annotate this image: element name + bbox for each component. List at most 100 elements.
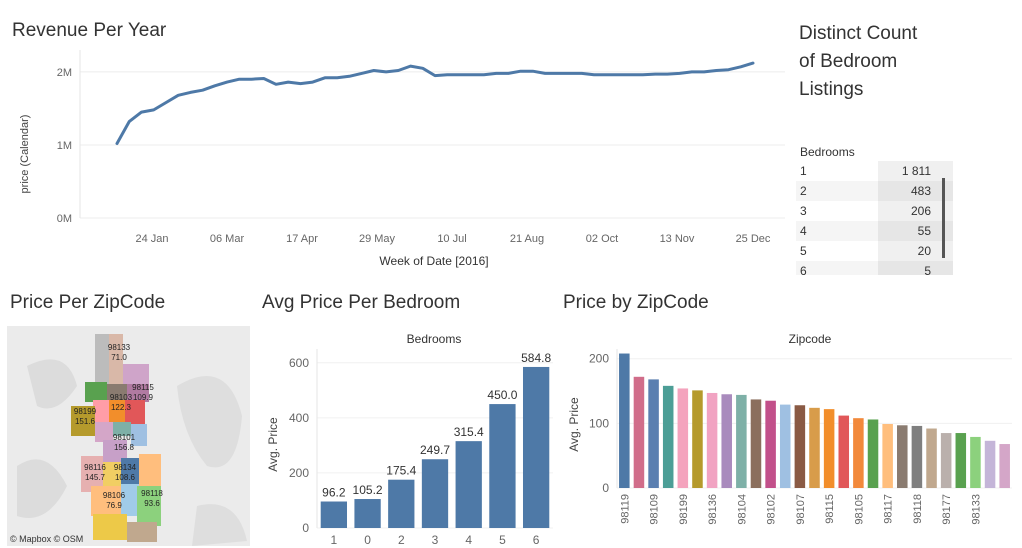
bar [354, 499, 381, 528]
bar [721, 394, 732, 488]
count-cell: 1 811 [901, 164, 931, 178]
bar-data-label: 105.2 [353, 483, 383, 497]
x-tick-label: 29 May [359, 233, 396, 245]
x-tick-label: 5 [499, 533, 506, 547]
bar [619, 353, 630, 488]
bar [489, 404, 516, 528]
bedrooms-cell: 5 [800, 244, 807, 258]
map-zip-label: 98134 [114, 463, 137, 472]
map-price-label: 71.0 [111, 353, 127, 362]
revenue-series-line [115, 61, 755, 145]
x-tick-label: 10 Jul [437, 233, 466, 245]
map-price-label: 108.6 [115, 473, 136, 482]
table-row: 3 206 [796, 201, 953, 221]
table-row: 4 55 [796, 221, 953, 241]
map-zip-label: 98116 [84, 463, 106, 472]
count-cell: 483 [910, 184, 931, 198]
x-tick-label: 98104 [736, 494, 748, 525]
x-tick-label: 98117 [883, 494, 895, 524]
x-tick-label: 24 Jan [135, 233, 168, 245]
x-tick-label: 98119 [619, 494, 631, 524]
y-tick-label: 200 [289, 466, 309, 480]
y-tick-label: 2M [57, 67, 72, 79]
x-axis-title: Week of Date [2016] [379, 254, 488, 268]
bar [955, 433, 967, 488]
bar [648, 379, 659, 488]
y-axis-title: Avg. Price [266, 417, 280, 472]
bedrooms-column-header: Bedrooms [796, 143, 953, 161]
bar [926, 428, 937, 488]
y-axis-title: Avg. Price [567, 397, 581, 452]
bar [823, 409, 835, 488]
x-tick-label: 21 Aug [510, 233, 544, 245]
count-cell: 5 [924, 264, 931, 275]
x-tick-label: 6 [533, 533, 540, 547]
map-zip-label: 98115 [132, 383, 154, 392]
x-tick-label: 98177 [941, 494, 953, 525]
bar [662, 385, 674, 488]
count-cell: 55 [917, 224, 931, 238]
bar-data-label: 96.2 [322, 486, 346, 500]
map-price-label: 122.3 [111, 403, 132, 412]
map-price-label: 93.6 [144, 499, 160, 508]
bar [838, 415, 850, 488]
bar [736, 394, 747, 488]
zip-chart-title: Price by ZipCode [563, 292, 709, 313]
y-tick-label: 1M [57, 140, 72, 152]
bar [867, 419, 879, 488]
map-price-label: 151.6 [75, 417, 96, 426]
bar [765, 400, 776, 488]
bar [882, 423, 893, 488]
x-tick-label: 98199 [678, 494, 690, 525]
x-tick-label: 98118 [912, 494, 924, 524]
revenue-title: Revenue Per Year [12, 20, 167, 41]
bar [677, 388, 689, 488]
bar-data-label: 315.4 [454, 425, 484, 439]
x-tick-label: 98107 [795, 494, 807, 525]
zipcode-map[interactable]: 98133 71.0 98115 109.9 98103 122.3 98199 151.6 9… [7, 326, 250, 546]
revenue-line-chart: 0M 1M 2M 24 Jan 06 Mar 17 Apr 29 May 10 Jul 21 A… [19, 50, 785, 268]
bar-data-label: 249.7 [420, 443, 450, 457]
map-attribution: © Mapbox © OSM [10, 534, 84, 544]
x-tick-label: 98133 [970, 494, 982, 525]
bar [779, 404, 791, 488]
y-tick-label: 0 [302, 521, 309, 535]
bar [692, 390, 703, 488]
bar [633, 376, 645, 488]
map-zip-label: 98106 [103, 491, 126, 500]
bar [522, 366, 550, 528]
x-tick-label: 06 Mar [210, 233, 245, 245]
y-tick-label: 200 [589, 352, 609, 366]
bar [940, 433, 952, 488]
x-tick-label: 2 [398, 533, 405, 547]
bedrooms-cell: 4 [800, 224, 807, 238]
x-tick-label: 98115 [824, 494, 836, 524]
bar [897, 425, 908, 488]
x-tick-label: 3 [432, 533, 439, 547]
bedroom-chart-title: Avg Price Per Bedroom [262, 292, 461, 313]
x-tick-label: 4 [465, 533, 472, 547]
table-row: 2 483 [796, 181, 953, 201]
bar-data-label: 175.4 [386, 464, 416, 478]
map-price-label: 156.8 [114, 443, 135, 452]
bar-data-label: 584.8 [521, 351, 551, 365]
x-tick-label: 17 Apr [286, 233, 318, 245]
price-by-zipcode-chart: Zipcode 0 100 200 Avg. Price 98119 98109 98199 9… [567, 332, 1012, 525]
table-row: 65 [796, 261, 953, 275]
bar [911, 425, 923, 488]
bar [984, 440, 996, 488]
x-tick-label: 1 [331, 533, 338, 547]
y-tick-label: 100 [589, 416, 609, 430]
bar [999, 444, 1010, 488]
bar [455, 441, 482, 528]
x-tick-label: 02 Oct [586, 233, 618, 245]
x-tick-label: 98109 [649, 494, 661, 525]
bar [750, 399, 762, 488]
map-price-label: 109.9 [133, 393, 154, 402]
map-zip-label: 98103 [110, 393, 133, 402]
y-tick-label: 0 [602, 481, 609, 495]
bar [320, 501, 348, 528]
y-tick-label: 600 [289, 356, 309, 370]
bar-data-label: 450.0 [487, 388, 517, 402]
table-scrollbar[interactable] [942, 178, 945, 258]
